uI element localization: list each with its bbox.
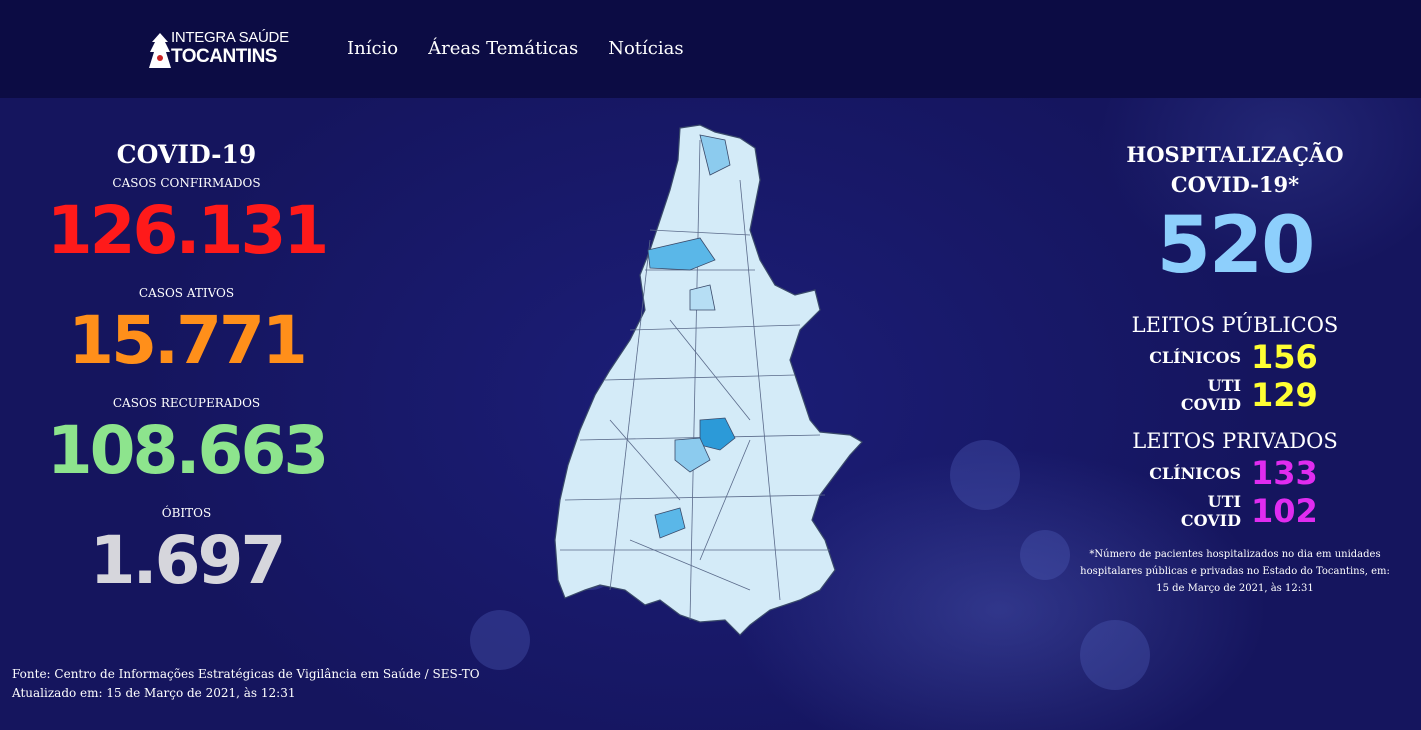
hospitalization-title-2: COVID-19*	[1170, 172, 1300, 197]
nav-inicio[interactable]: Início	[347, 38, 398, 59]
public-beds: LEITOS PÚBLICOS CLÍNICOS 156 UTI COVID 1…	[1080, 312, 1390, 414]
main-nav: Início Áreas Temáticas Notícias	[347, 38, 684, 59]
covid-title: COVID-19	[116, 140, 257, 169]
private-clinical-value: 133	[1251, 454, 1318, 492]
public-beds-title: LEITOS PÚBLICOS	[1131, 313, 1339, 337]
tocantins-map-icon	[554, 124, 863, 636]
public-icu-label: UTI COVID	[1180, 376, 1241, 414]
updated-text: Atualizado em: 15 de Março de 2021, às 1…	[12, 686, 296, 700]
logo-text-line1: INTEGRA SAÚDE	[171, 29, 289, 46]
confirmed-label: CASOS CONFIRMADOS	[112, 176, 261, 190]
active-value: 15.771	[68, 302, 308, 379]
logo-icon	[149, 33, 171, 68]
hospitalization-panel: HOSPITALIZAÇÃO COVID-19* 520 LEITOS PÚBL…	[1080, 140, 1390, 597]
hospitalization-note: *Número de pacientes hospitalizados no d…	[1080, 549, 1390, 594]
top-bar: INTEGRA SAÚDE TOCANTINS Início Áreas Tem…	[0, 0, 1421, 98]
private-icu-label: UTI COVID	[1180, 492, 1241, 530]
logo-text-line2: TOCANTINS	[171, 46, 277, 67]
public-clinical-label: CLÍNICOS	[1149, 347, 1241, 367]
active-label: CASOS ATIVOS	[138, 286, 235, 300]
tocantins-map[interactable]	[550, 120, 870, 640]
recovered-value: 108.663	[46, 412, 330, 489]
virus-decoration	[1080, 620, 1150, 690]
public-clinical-row: CLÍNICOS 156	[1080, 338, 1390, 376]
confirmed-value: 126.131	[46, 192, 330, 269]
public-icu-row: UTI COVID 129	[1080, 376, 1390, 414]
recovered-label: CASOS RECUPERADOS	[112, 396, 261, 410]
private-beds: LEITOS PRIVADOS CLÍNICOS 133 UTI COVID 1…	[1080, 428, 1390, 530]
private-clinical-label: CLÍNICOS	[1149, 463, 1241, 483]
virus-decoration	[470, 610, 530, 670]
deaths-label: ÓBITOS	[161, 506, 212, 520]
hospitalization-title-1: HOSPITALIZAÇÃO	[1126, 142, 1344, 167]
hospitalization-value: 520	[1156, 201, 1316, 291]
private-icu-value: 102	[1251, 492, 1318, 530]
private-icu-row: UTI COVID 102	[1080, 492, 1390, 530]
public-icu-value: 129	[1251, 376, 1318, 414]
site-logo[interactable]: INTEGRA SAÚDE TOCANTINS	[148, 30, 293, 72]
active-cases: CASOS ATIVOS 15.771	[40, 286, 333, 382]
nav-noticias[interactable]: Notícias	[608, 38, 683, 59]
public-clinical-value: 156	[1251, 338, 1318, 376]
source-text: Fonte: Centro de Informações Estratégica…	[12, 667, 480, 681]
deaths-value: 1.697	[89, 522, 287, 599]
confirmed-cases: CASOS CONFIRMADOS 126.131	[40, 176, 333, 272]
private-clinical-row: CLÍNICOS 133	[1080, 454, 1390, 492]
recovered-cases: CASOS RECUPERADOS 108.663	[40, 396, 333, 492]
deaths: ÓBITOS 1.697	[40, 506, 333, 602]
virus-decoration	[950, 440, 1020, 510]
private-beds-title: LEITOS PRIVADOS	[1132, 429, 1338, 453]
data-source: Fonte: Centro de Informações Estratégica…	[12, 665, 480, 703]
virus-decoration	[1020, 530, 1070, 580]
nav-areas-tematicas[interactable]: Áreas Temáticas	[428, 38, 578, 59]
covid-stats-panel: COVID-19 CASOS CONFIRMADOS 126.131 CASOS…	[40, 140, 333, 602]
